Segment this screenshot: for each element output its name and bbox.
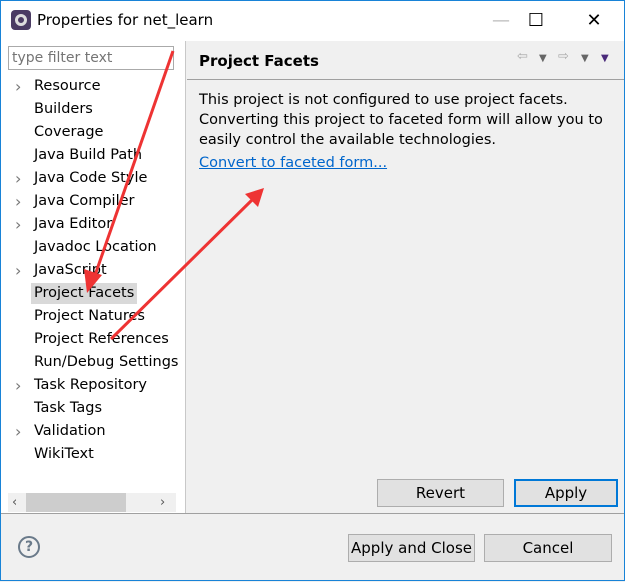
maximize-button[interactable]: ☐ — [516, 7, 556, 35]
expand-chevron-icon[interactable]: › — [15, 375, 21, 396]
expand-chevron-icon[interactable]: › — [15, 260, 21, 281]
view-menu-icon[interactable]: ▼ — [601, 53, 609, 64]
scroll-left-icon[interactable]: ‹ — [12, 493, 17, 512]
expand-chevron-icon[interactable]: › — [15, 191, 21, 212]
forward-arrow-icon[interactable]: ⇨ — [558, 49, 569, 64]
tree-item-label: Java Build Path — [34, 147, 143, 163]
page-area: Project Facets ⇦ ▼ ⇨ ▼ ▼ This project is… — [187, 41, 624, 513]
tree-item-label: Builders — [34, 101, 93, 117]
tree-item-label: Java Compiler — [34, 193, 135, 209]
tree-item-label: Validation — [34, 423, 106, 439]
facets-message: This project is not configured to use pr… — [199, 92, 603, 148]
minimize-button[interactable]: — — [481, 7, 521, 35]
apply-and-close-button[interactable]: Apply and Close — [348, 534, 475, 562]
tree-item-label: Run/Debug Settings — [34, 354, 179, 370]
tree-item[interactable]: › Java Editor — [15, 214, 115, 235]
tree-item-label: JavaScript — [34, 262, 107, 278]
tree-item-label: Task Tags — [34, 400, 103, 416]
tree-item[interactable]: › JavaScript — [15, 260, 110, 281]
back-menu-icon[interactable]: ▼ — [539, 53, 547, 64]
window-title: Properties for net_learn — [37, 11, 214, 29]
tree-item[interactable]: Coverage — [31, 122, 106, 143]
scroll-right-icon[interactable]: › — [160, 493, 165, 512]
tree-item[interactable]: WikiText — [31, 444, 97, 465]
tree-item[interactable]: › Java Compiler — [15, 191, 138, 212]
tree-item-label: Java Editor — [34, 216, 113, 232]
expand-chevron-icon[interactable]: › — [15, 421, 21, 442]
cancel-button[interactable]: Cancel — [484, 534, 612, 562]
eclipse-icon — [11, 10, 31, 30]
expand-chevron-icon[interactable]: › — [15, 76, 21, 97]
divider — [1, 513, 624, 514]
tree-item[interactable]: Builders — [31, 99, 96, 120]
filter-input[interactable] — [8, 46, 174, 70]
tree-item-label: Project References — [34, 331, 169, 347]
back-arrow-icon[interactable]: ⇦ — [517, 49, 528, 64]
tree-item[interactable]: › Validation — [15, 421, 109, 442]
tree-item-label: Project Facets — [34, 285, 135, 301]
expand-chevron-icon[interactable]: › — [15, 214, 21, 235]
tree-item[interactable]: › Java Code Style — [15, 168, 150, 189]
scrollbar-thumb[interactable] — [26, 493, 126, 512]
tree-item[interactable]: Javadoc Location — [31, 237, 160, 258]
tree-item[interactable]: Run/Debug Settings — [31, 352, 181, 373]
forward-menu-icon[interactable]: ▼ — [581, 53, 589, 64]
expand-chevron-icon[interactable]: › — [15, 168, 21, 189]
revert-button[interactable]: Revert — [377, 479, 504, 507]
tree-item-label: Task Repository — [34, 377, 148, 393]
tree-item-label: Javadoc Location — [34, 239, 157, 255]
page-title: Project Facets — [199, 52, 319, 70]
tree-item[interactable]: Project References — [31, 329, 172, 350]
apply-button[interactable]: Apply — [514, 479, 618, 507]
tree-item-label: Project Natures — [34, 308, 145, 324]
tree-item[interactable]: Project Natures — [31, 306, 148, 327]
page-header: Project Facets ⇦ ▼ ⇨ ▼ ▼ — [187, 41, 624, 80]
horizontal-scrollbar[interactable]: ‹ › — [8, 493, 176, 512]
title-bar: Properties for net_learn — ☐ ✕ — [1, 1, 624, 41]
tree-item[interactable]: Project Facets — [31, 283, 138, 304]
tree-item[interactable]: › Resource — [15, 76, 104, 97]
tree-item[interactable]: Task Tags — [31, 398, 105, 419]
help-icon[interactable]: ? — [18, 536, 40, 558]
tree-item-label: Resource — [34, 78, 101, 94]
properties-dialog: Properties for net_learn — ☐ ✕ › Resource… — [0, 0, 625, 581]
convert-faceted-link[interactable]: Convert to faceted form... — [199, 155, 387, 171]
close-button[interactable]: ✕ — [574, 7, 614, 35]
tree-item-label: Java Code Style — [34, 170, 148, 186]
tree-item[interactable]: › Task Repository — [15, 375, 150, 396]
tree-item-label: WikiText — [34, 446, 94, 462]
sidebar: › Resource Builders Coverage Java Build Path… — [1, 41, 186, 513]
tree-item[interactable]: Java Build Path — [31, 145, 145, 166]
tree-item-label: Coverage — [34, 124, 104, 140]
